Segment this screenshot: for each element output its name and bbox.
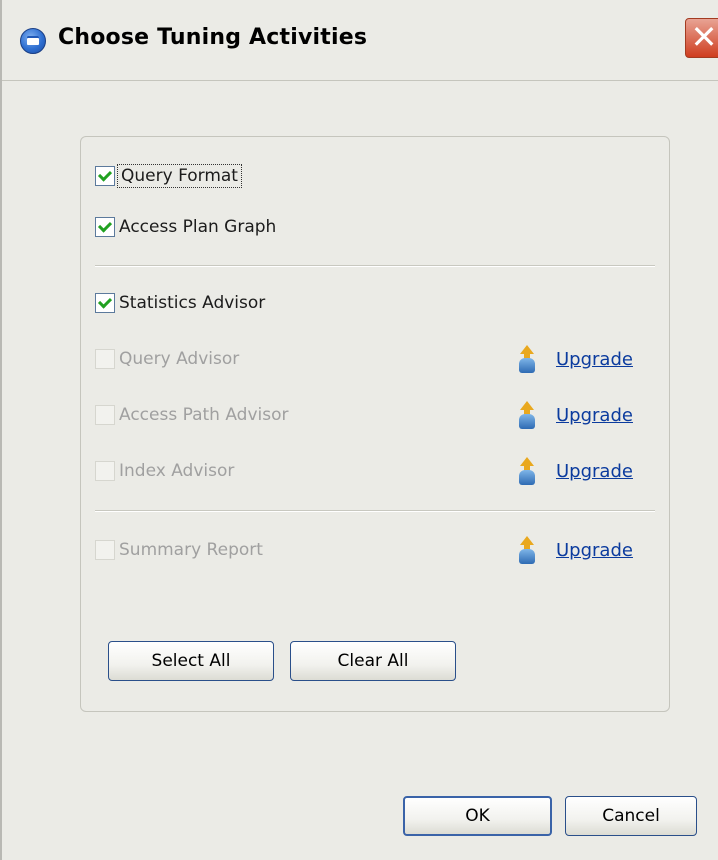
clear-all-button[interactable]: Clear All [290,641,456,681]
access-path-advisor-upgrade-link[interactable]: Upgrade [556,405,633,426]
dialog-window: Choose Tuning Activities ✕ Query Format … [0,0,718,860]
query-advisor-upgrade[interactable]: Upgrade [516,344,633,374]
close-button[interactable]: ✕ [685,18,718,58]
query-advisor-upgrade-link[interactable]: Upgrade [556,349,633,370]
upgrade-arrow-icon [516,345,538,373]
query-format-label[interactable]: Query Format [117,164,242,188]
title-bar[interactable]: Choose Tuning Activities ✕ [2,0,718,81]
cancel-button[interactable]: Cancel [565,796,697,836]
access-path-advisor-checkbox [95,405,115,425]
statistics-advisor-checkbox[interactable] [95,293,115,313]
index-advisor-option: Index Advisor [95,458,234,484]
window-title: Choose Tuning Activities [58,25,368,50]
query-advisor-option: Query Advisor [95,346,239,372]
summary-report-upgrade[interactable]: Upgrade [516,535,633,565]
upgrade-arrow-icon [516,536,538,564]
index-advisor-upgrade-link[interactable]: Upgrade [556,461,633,482]
summary-report-checkbox [95,540,115,560]
summary-report-option: Summary Report [95,537,263,563]
select-all-button[interactable]: Select All [108,641,274,681]
query-format-checkbox[interactable] [95,166,115,186]
query-format-option[interactable]: Query Format [95,163,242,189]
access-plan-graph-label[interactable]: Access Plan Graph [119,217,276,237]
separator [95,510,655,512]
upgrade-arrow-icon [516,457,538,485]
close-icon: ✕ [690,18,718,56]
access-path-advisor-upgrade[interactable]: Upgrade [516,400,633,430]
window-app-icon [20,28,46,54]
access-plan-graph-option[interactable]: Access Plan Graph [95,214,276,240]
query-advisor-label: Query Advisor [119,349,240,369]
access-plan-graph-checkbox[interactable] [95,217,115,237]
index-advisor-upgrade[interactable]: Upgrade [516,456,633,486]
index-advisor-label: Index Advisor [119,461,235,481]
summary-report-label: Summary Report [119,540,263,560]
access-path-advisor-label: Access Path Advisor [119,405,289,425]
statistics-advisor-label[interactable]: Statistics Advisor [119,293,265,313]
separator [95,265,655,267]
summary-report-upgrade-link[interactable]: Upgrade [556,540,633,561]
upgrade-arrow-icon [516,401,538,429]
query-advisor-checkbox [95,349,115,369]
index-advisor-checkbox [95,461,115,481]
statistics-advisor-option[interactable]: Statistics Advisor [95,290,265,316]
access-path-advisor-option: Access Path Advisor [95,402,289,428]
ok-button[interactable]: OK [403,796,552,836]
